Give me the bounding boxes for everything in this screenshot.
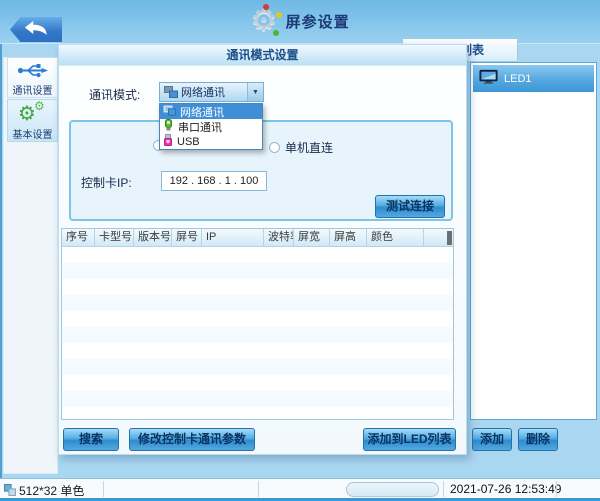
window-left-edge xyxy=(0,44,2,501)
column-header: IP xyxy=(202,229,264,246)
dropdown-option-label: 串口通讯 xyxy=(178,119,222,135)
screen-params-window: 屏参设置 通讯设置 基本设置 LED列表 xyxy=(0,0,600,501)
led-item-label: LED1 xyxy=(504,73,532,85)
title-area: 屏参设置 xyxy=(0,6,600,36)
yellow-dot-icon xyxy=(276,12,282,18)
led-list-item[interactable]: LED1 xyxy=(473,65,594,92)
red-dot-icon xyxy=(263,4,269,10)
status-separator xyxy=(443,481,444,497)
device-table-body xyxy=(62,247,453,419)
comm-mode-dropdown[interactable]: 网络通讯 xyxy=(159,82,264,102)
add-button[interactable]: 添加 xyxy=(472,428,512,451)
usb-plug-icon xyxy=(163,134,173,150)
dropdown-option-label: 网络通讯 xyxy=(180,104,224,120)
status-separator xyxy=(258,481,259,497)
led-list: LED1 xyxy=(470,62,597,420)
column-header: 版本号 xyxy=(134,229,172,246)
test-connection-button[interactable]: 测试连接 xyxy=(375,195,445,218)
column-header: 序号 xyxy=(62,229,95,246)
table-scrollbar[interactable] xyxy=(447,231,452,245)
device-table: 序号 卡型号 版本号 屏号 IP 波特率 屏宽 屏高 颜色 xyxy=(61,228,454,420)
screen-info-text: 512*32 单色 xyxy=(19,482,84,499)
dropdown-selected-value: 网络通讯 xyxy=(181,84,247,100)
add-to-led-list-button[interactable]: 添加到LED列表 xyxy=(363,428,456,451)
controller-ip-label: 控制卡IP: xyxy=(81,174,132,191)
search-button[interactable]: 搜索 xyxy=(63,428,119,451)
network-icon xyxy=(164,86,178,98)
delete-button[interactable]: 删除 xyxy=(518,428,558,451)
chevron-down-icon[interactable] xyxy=(247,83,263,101)
comm-mode-dialog: 通讯模式设置 通讯模式: 单机直连 控制卡IP: 192 . 168 . 1 .… xyxy=(58,44,467,455)
sidebar-item-comm-settings[interactable]: 通讯设置 xyxy=(7,57,58,98)
dropdown-option-serial[interactable]: 串口通讯 xyxy=(160,119,262,134)
radio-circle-icon xyxy=(269,142,280,153)
status-bar: 512*32 单色 2021-07-26 12:53:49 xyxy=(0,478,600,501)
progress-bar xyxy=(346,482,439,497)
radio-label: 单机直连 xyxy=(285,139,333,156)
serial-plug-icon xyxy=(163,119,174,134)
dropdown-option-usb[interactable]: USB xyxy=(160,134,262,149)
comm-mode-dropdown-list: 网络通讯 串口通讯 xyxy=(159,103,263,150)
usb-trident-icon xyxy=(8,61,57,81)
status-separator xyxy=(103,481,104,497)
column-header: 屏号 xyxy=(172,229,202,246)
radio-direct-connect[interactable]: 单机直连 xyxy=(269,139,333,156)
column-header: 波特率 xyxy=(264,229,294,246)
screen-grid-icon xyxy=(4,483,16,501)
dropdown-option-network[interactable]: 网络通讯 xyxy=(160,104,262,119)
sidebar-item-label: 基本设置 xyxy=(8,126,57,141)
datetime-text: 2021-07-26 12:53:49 xyxy=(450,482,561,496)
gear-icon xyxy=(250,6,277,36)
column-header: 卡型号 xyxy=(95,229,134,246)
page-title: 屏参设置 xyxy=(286,11,350,32)
column-header: 屏宽 xyxy=(294,229,330,246)
status-separator xyxy=(556,481,557,497)
column-header: 颜色 xyxy=(367,229,424,246)
monitor-icon xyxy=(479,69,498,88)
dropdown-option-label: USB xyxy=(177,136,200,148)
controller-ip-input[interactable]: 192 . 168 . 1 . 100 xyxy=(161,171,267,191)
modify-params-button[interactable]: 修改控制卡通讯参数 xyxy=(129,428,255,451)
dialog-title: 通讯模式设置 xyxy=(59,45,466,66)
gears-icon xyxy=(8,103,57,125)
comm-mode-label: 通讯模式: xyxy=(89,86,140,103)
green-dot-icon xyxy=(273,30,279,36)
network-sync-icon xyxy=(163,105,176,119)
sidebar-item-label: 通讯设置 xyxy=(8,82,57,97)
column-header: 屏高 xyxy=(330,229,367,246)
sidebar-item-basic-settings[interactable]: 基本设置 xyxy=(7,99,58,142)
device-table-header: 序号 卡型号 版本号 屏号 IP 波特率 屏宽 屏高 颜色 xyxy=(62,229,453,247)
